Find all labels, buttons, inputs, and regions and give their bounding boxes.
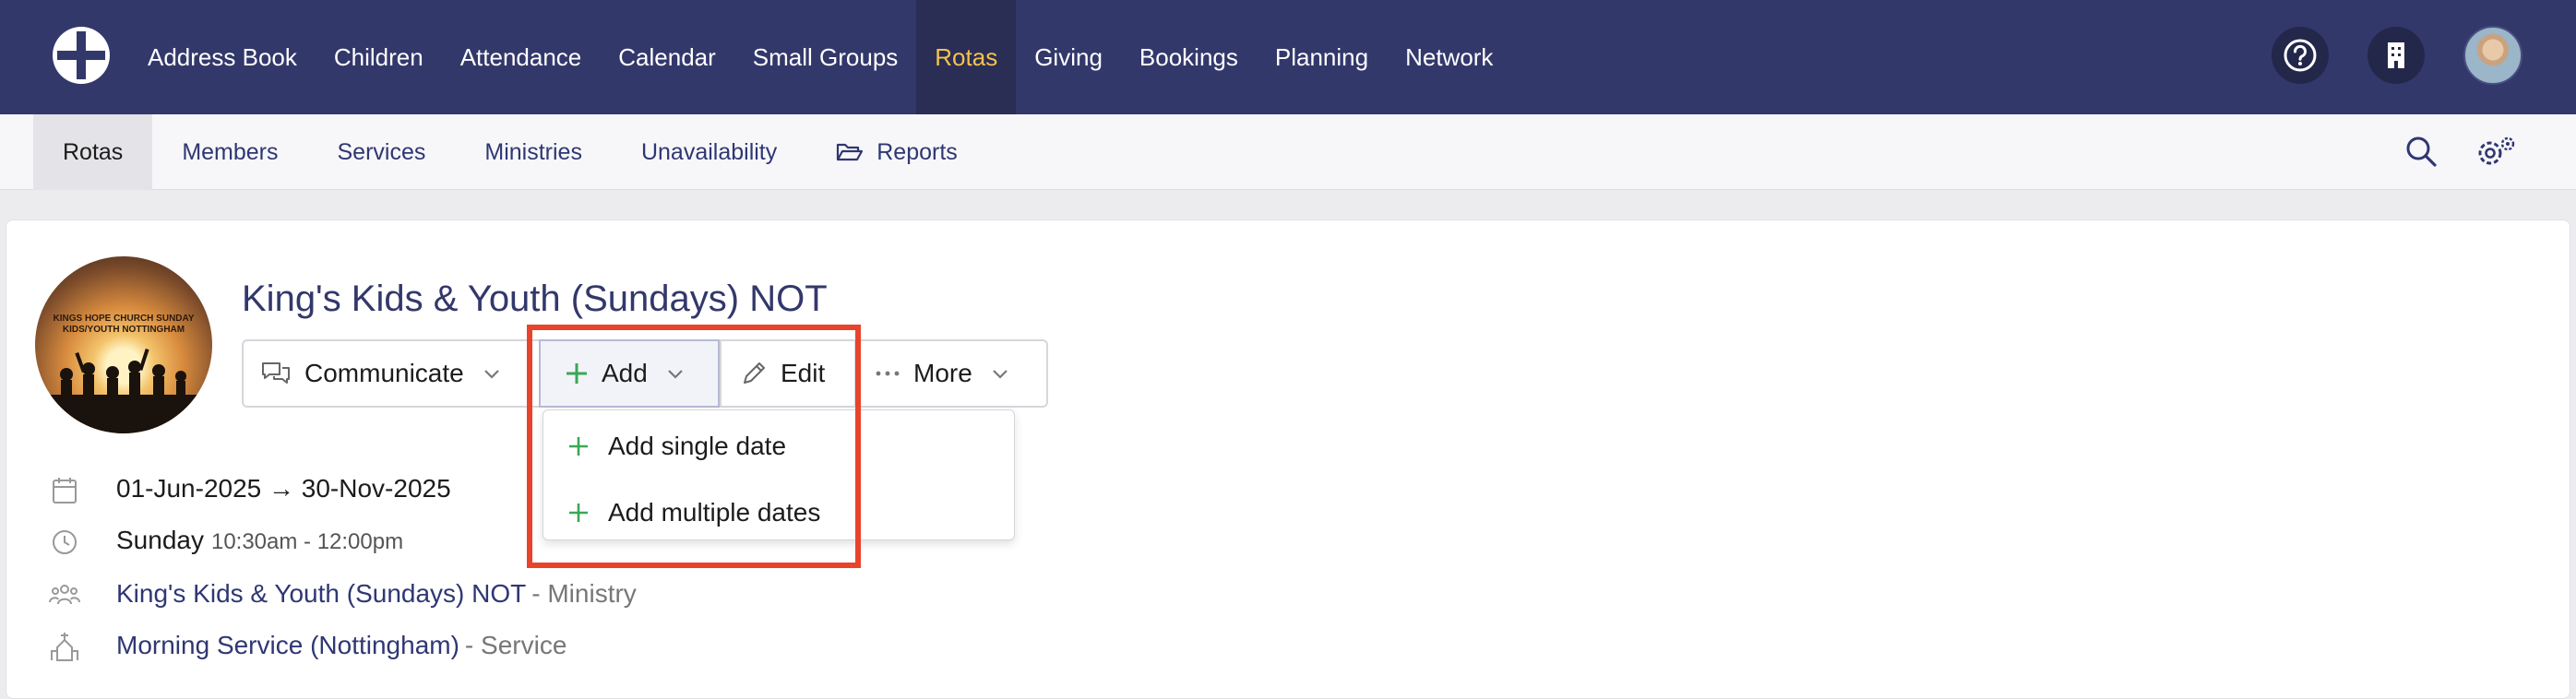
sub-nav-menu: Rotas Members Services Ministries Unavai…	[33, 114, 987, 190]
nav-rotas[interactable]: Rotas	[916, 0, 1017, 114]
communicate-label: Communicate	[304, 359, 464, 387]
subnav-services[interactable]: Services	[308, 114, 456, 190]
nav-small-groups[interactable]: Small Groups	[734, 0, 917, 114]
help-button[interactable]	[2272, 27, 2329, 84]
page-title: King's Kids & Youth (Sundays) NOT	[242, 278, 828, 319]
schedule-time: 10:30am - 12:00pm	[210, 529, 404, 554]
communicate-button[interactable]: Communicate	[260, 341, 501, 406]
nav-children[interactable]: Children	[316, 0, 442, 114]
rota-service: Morning Service (Nottingham) - Service	[116, 631, 566, 660]
organisation-button[interactable]	[2367, 27, 2425, 84]
folder-open-icon	[836, 141, 864, 163]
rotas-sub-navigation: Rotas Members Services Ministries Unavai…	[0, 114, 2576, 190]
clock-icon	[48, 526, 81, 559]
nav-planning[interactable]: Planning	[1257, 0, 1387, 114]
nav-giving[interactable]: Giving	[1016, 0, 1121, 114]
subnav-reports[interactable]: Reports	[806, 114, 987, 190]
calendar-icon	[48, 474, 81, 507]
rota-schedule: Sunday 10:30am - 12:00pm	[116, 526, 403, 555]
church-icon	[48, 631, 81, 664]
top-nav-menu: Address Book Children Attendance Calenda…	[129, 0, 1511, 114]
chevron-down-icon	[483, 367, 501, 380]
ellipsis-icon	[875, 369, 900, 378]
chevron-down-icon	[991, 367, 1009, 380]
service-suffix: - Service	[464, 631, 567, 659]
ministry-image: KINGS HOPE CHURCH SUNDAY KIDS/YOUTH NOTT…	[35, 256, 212, 433]
subnav-rotas[interactable]: Rotas	[33, 114, 153, 190]
building-icon	[2388, 42, 2404, 68]
highlight-box	[527, 325, 861, 568]
nav-bookings[interactable]: Bookings	[1121, 0, 1257, 114]
nav-calendar[interactable]: Calendar	[600, 0, 734, 114]
subnav-ministries[interactable]: Ministries	[455, 114, 612, 190]
schedule-day: Sunday	[116, 526, 204, 554]
nav-network[interactable]: Network	[1387, 0, 1511, 114]
church-logo-icon[interactable]	[50, 24, 113, 87]
nav-address-book[interactable]: Address Book	[129, 0, 316, 114]
subnav-reports-label: Reports	[877, 138, 958, 165]
top-navigation-bar: Address Book Children Attendance Calenda…	[0, 0, 2576, 114]
more-button[interactable]: More	[875, 341, 1009, 406]
nav-attendance[interactable]: Attendance	[442, 0, 601, 114]
help-icon	[2284, 39, 2317, 72]
search-icon[interactable]	[2403, 133, 2439, 174]
subnav-members[interactable]: Members	[152, 114, 307, 190]
ministry-image-caption: KINGS HOPE CHURCH SUNDAY KIDS/YOUTH NOTT…	[53, 314, 195, 335]
ministry-link[interactable]: King's Kids & Youth (Sundays) NOT	[116, 579, 526, 609]
settings-icon[interactable]	[2475, 133, 2517, 174]
more-label: More	[913, 359, 972, 387]
group-people-icon	[48, 579, 81, 612]
date-range-text: 01-Jun-2025 → 30-Nov-2025	[116, 474, 451, 503]
rota-ministry: King's Kids & Youth (Sundays) NOT - Mini…	[116, 579, 637, 609]
subnav-unavailability[interactable]: Unavailability	[612, 114, 806, 190]
rota-date-range: 01-Jun-2025 → 30-Nov-2025	[116, 474, 451, 504]
service-link[interactable]: Morning Service (Nottingham)	[116, 631, 459, 660]
user-avatar[interactable]	[2463, 26, 2522, 85]
chat-bubbles-icon	[260, 360, 292, 387]
ministry-suffix: - Ministry	[531, 579, 637, 608]
